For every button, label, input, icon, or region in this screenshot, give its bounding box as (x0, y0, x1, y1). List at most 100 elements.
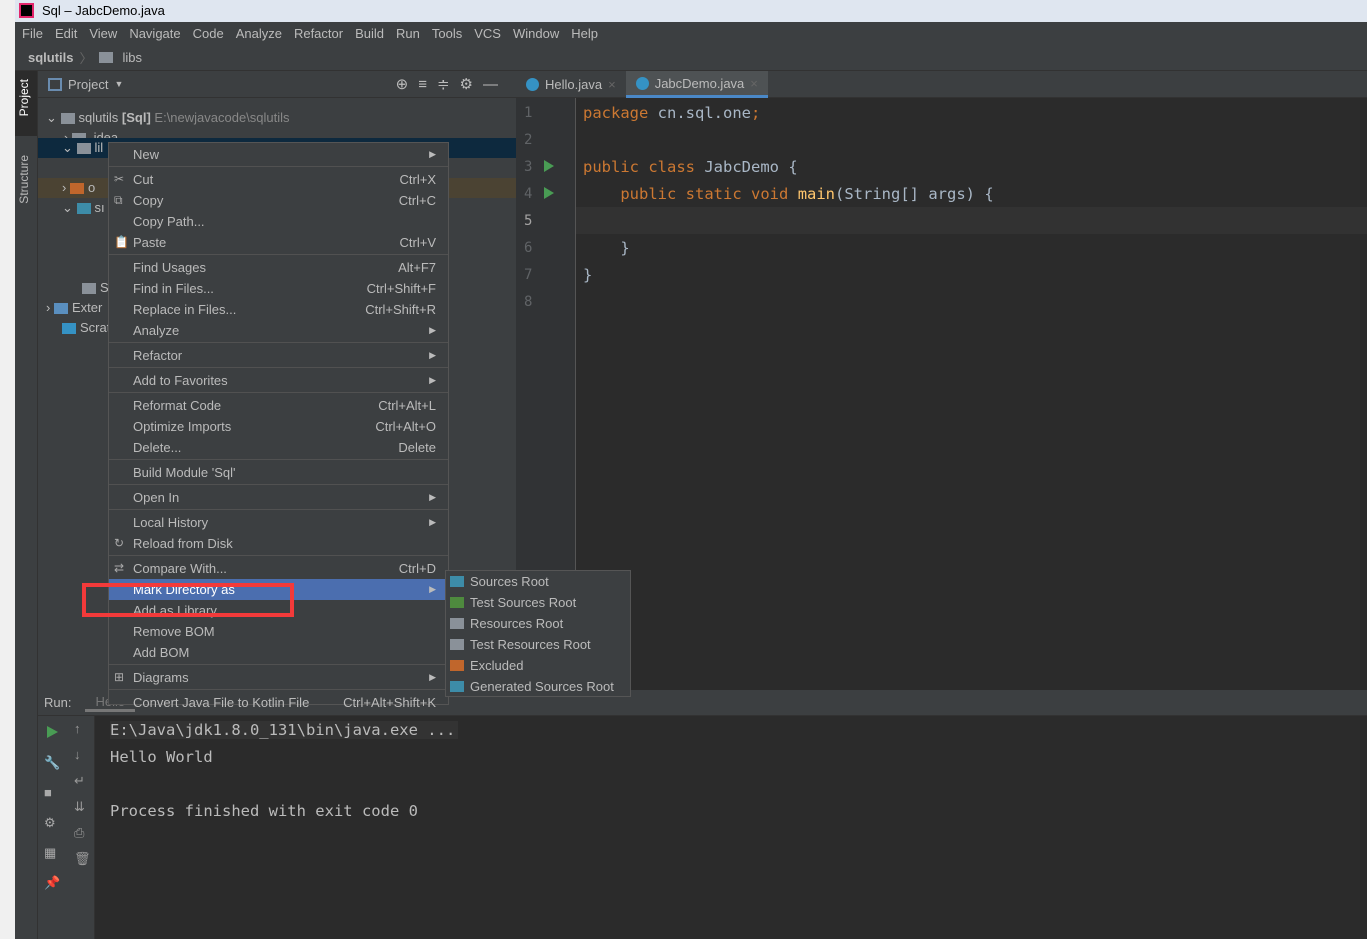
submenu-label: Generated Sources Root (470, 679, 614, 694)
submenu-item-test-resources-root[interactable]: Test Resources Root (446, 634, 630, 655)
breadcrumb-project[interactable]: sqlutils (28, 50, 74, 65)
project-view-selector[interactable]: Project (68, 77, 108, 92)
submenu-label: Sources Root (470, 574, 549, 589)
menu-item-cut[interactable]: ✂ Cut Ctrl+X (109, 169, 448, 190)
menu-item-analyze[interactable]: Analyze ▶ (109, 320, 448, 341)
menu-item-label: Analyze (133, 323, 180, 338)
menu-item-open-in[interactable]: Open In ▶ (109, 487, 448, 508)
submenu-arrow-icon: ▶ (429, 325, 436, 335)
folder-icon (450, 639, 464, 650)
shortcut: Ctrl+C (398, 193, 436, 208)
shortcut: Ctrl+Shift+R (365, 302, 436, 317)
run-tool-icons-2[interactable]: ↑ ↓ ↵ ⇊ ⎙ 🗑 (66, 716, 94, 872)
root-name: sqlutils (78, 110, 119, 125)
menu-item-add-bom[interactable]: Add BOM (109, 642, 448, 663)
menu-item-delete[interactable]: Delete... Delete (109, 437, 448, 458)
menu-item-compare-with[interactable]: ⇄ Compare With... Ctrl+D (109, 558, 448, 579)
menu-item-reformat-code[interactable]: Reformat Code Ctrl+Alt+L (109, 395, 448, 416)
menu-navigate[interactable]: Navigate (129, 26, 180, 41)
run-icon[interactable] (544, 187, 554, 199)
mark-directory-submenu: Sources Root Test Sources Root Resources R… (445, 570, 631, 697)
menu-item-copy[interactable]: ⧉ Copy Ctrl+C (109, 190, 448, 211)
menu-item-reload-from-disk[interactable]: ↻ Reload from Disk (109, 533, 448, 554)
run-toolbar: 🔧 ■ ⚙ ▦ 📌 (38, 716, 66, 939)
menu-item-label: Replace in Files... (133, 302, 237, 317)
breadcrumb-folder[interactable]: libs (123, 50, 143, 65)
submenu-item-generated-sources-root[interactable]: Generated Sources Root (446, 676, 630, 697)
compare-icon: ⇄ (114, 561, 125, 575)
menu-tools[interactable]: Tools (432, 26, 462, 41)
menu-item-label: Convert Java File to Kotlin File (133, 695, 310, 710)
menu-item-label: Build Module 'Sql' (133, 465, 236, 480)
menu-item-label: Local History (133, 515, 209, 530)
context-menu: New ▶ ✂ Cut Ctrl+X ⧉ Copy Ctrl+C Copy Path... 📋 Pa… (108, 142, 449, 710)
code-line-7: } (583, 266, 593, 284)
run-tool-icons[interactable]: 🔧 ■ ⚙ ▦ 📌 (38, 748, 66, 898)
code-editor[interactable]: package cn.sql.one; public class JabcDem… (576, 98, 1367, 690)
menu-item-refactor[interactable]: Refactor ▶ (109, 345, 448, 366)
submenu-arrow-icon: ▶ (429, 149, 436, 159)
submenu-arrow-icon: ▶ (429, 517, 436, 527)
dropdown-icon[interactable]: ▼ (114, 79, 123, 89)
close-icon[interactable]: × (608, 77, 616, 92)
rerun-icon[interactable] (47, 726, 58, 738)
menu-item-label: Find Usages (133, 260, 206, 275)
menu-analyze[interactable]: Analyze (236, 26, 282, 41)
folder-icon (450, 618, 464, 629)
menu-item-remove-bom[interactable]: Remove BOM (109, 621, 448, 642)
menu-item-add-to-favorites[interactable]: Add to Favorites ▶ (109, 370, 448, 391)
background-window (0, 0, 15, 939)
submenu-item-test-sources-root[interactable]: Test Sources Root (446, 592, 630, 613)
menu-file[interactable]: File (22, 26, 43, 41)
submenu-label: Test Sources Root (470, 595, 577, 610)
menu-item-replace-in-files[interactable]: Replace in Files... Ctrl+Shift+R (109, 299, 448, 320)
menu-item-diagrams[interactable]: ⊞ Diagrams ▶ (109, 667, 448, 688)
annotation-highlight-box (82, 583, 294, 617)
menu-item-label: Add BOM (133, 645, 190, 660)
submenu-item-resources-root[interactable]: Resources Root (446, 613, 630, 634)
shortcut: Ctrl+Alt+Shift+K (343, 695, 436, 710)
shortcut: Ctrl+V (399, 235, 436, 250)
menu-vcs[interactable]: VCS (474, 26, 501, 41)
run-icon[interactable] (544, 160, 554, 172)
menu-item-label: Copy Path... (133, 214, 205, 229)
menu-build[interactable]: Build (355, 26, 384, 41)
shortcut: Ctrl+X (399, 172, 436, 187)
structure-tool-tab[interactable]: Structure (17, 155, 31, 204)
submenu-item-sources-root[interactable]: Sources Root (446, 571, 630, 592)
menu-item-label: Cut (133, 172, 154, 187)
menu-item-find-usages[interactable]: Find Usages Alt+F7 (109, 257, 448, 278)
menu-item-convert-java-file-to-kotlin-file[interactable]: Convert Java File to Kotlin File Ctrl+Alt… (109, 692, 448, 713)
menu-item-build-module-sql[interactable]: Build Module 'Sql' (109, 462, 448, 483)
project-tool-tab[interactable]: Project (17, 79, 31, 116)
menu-code[interactable]: Code (193, 26, 224, 41)
code-line-3: public class JabcDemo { (583, 158, 798, 176)
submenu-item-excluded[interactable]: Excluded (446, 655, 630, 676)
menu-item-paste[interactable]: 📋 Paste Ctrl+V (109, 232, 448, 253)
menu-item-copy-path[interactable]: Copy Path... (109, 211, 448, 232)
menu-window[interactable]: Window (513, 26, 559, 41)
menu-refactor[interactable]: Refactor (294, 26, 343, 41)
tab-jabcdemo-java[interactable]: JabcDemo.java × (625, 71, 768, 98)
menu-item-label: Compare With... (133, 561, 227, 576)
submenu-arrow-icon: ▶ (429, 375, 436, 385)
menu-run[interactable]: Run (396, 26, 420, 41)
menu-item-optimize-imports[interactable]: Optimize Imports Ctrl+Alt+O (109, 416, 448, 437)
code-line-1: package cn.sql.one; (583, 104, 761, 122)
root-path: E:\newjavacode\sqlutils (154, 110, 290, 125)
run-toolbar-secondary: ↑ ↓ ↵ ⇊ ⎙ 🗑 (66, 716, 95, 939)
module-icon (60, 113, 75, 125)
scissors-icon: ✂ (114, 172, 125, 186)
menu-help[interactable]: Help (571, 26, 598, 41)
menu-item-label: Paste (133, 235, 167, 250)
current-line-highlight (576, 207, 1367, 234)
menu-item-local-history[interactable]: Local History ▶ (109, 512, 448, 533)
tab-hello-java[interactable]: Hello.java × (516, 71, 626, 98)
close-icon[interactable]: × (750, 76, 758, 91)
tree-root[interactable]: ⌄ sqlutils [Sql] E:\newjavacode\sqlutils (38, 108, 516, 128)
menu-item-new[interactable]: New ▶ (109, 144, 448, 165)
panel-toolbar-icons[interactable]: ⊕≡≑⚙— (396, 75, 516, 93)
menu-view[interactable]: View (89, 26, 117, 41)
menu-item-find-in-files[interactable]: Find in Files... Ctrl+Shift+F (109, 278, 448, 299)
menu-edit[interactable]: Edit (55, 26, 77, 41)
